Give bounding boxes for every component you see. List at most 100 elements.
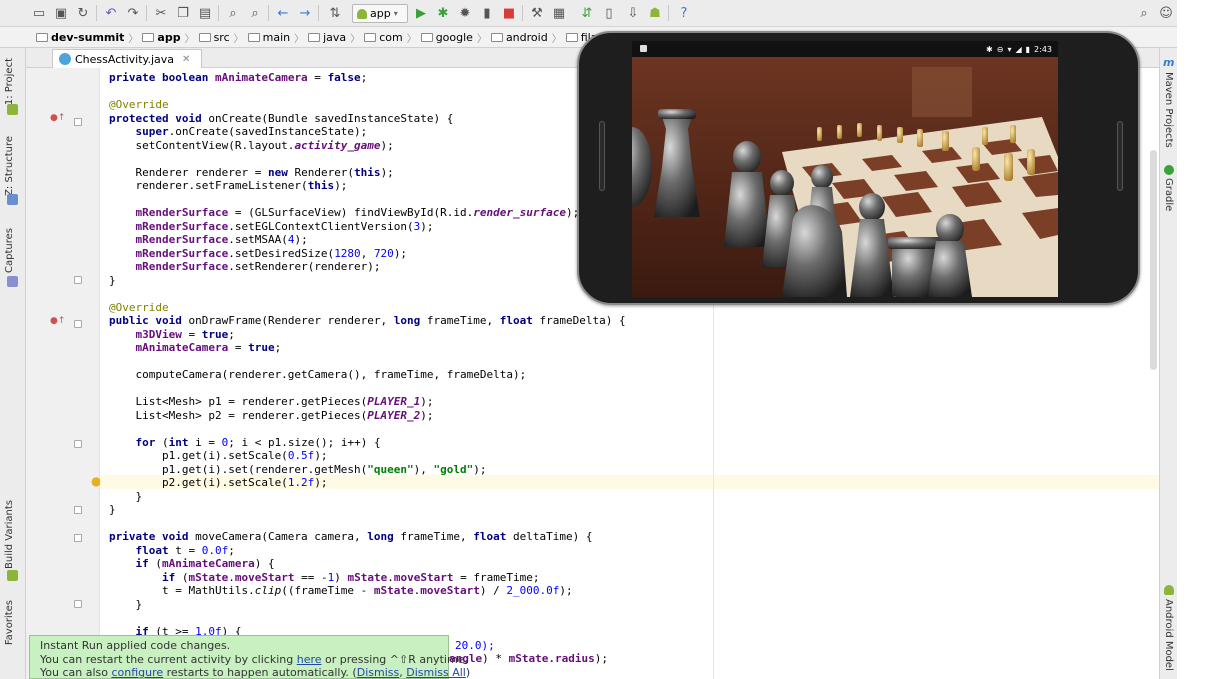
search-icon[interactable]: ⌕	[1135, 4, 1153, 22]
help-icon[interactable]: ?	[675, 4, 693, 22]
breadcrumb-item[interactable]: dev-summit	[32, 31, 128, 44]
gradle-icon	[1164, 165, 1174, 175]
left-tool-window-bar: 1: Project Z: Structure Captures Build V…	[0, 48, 26, 679]
breadcrumb-item[interactable]: main	[244, 31, 294, 44]
dnd-icon: ⊖	[996, 44, 1004, 54]
fold-toggle-icon[interactable]	[74, 506, 82, 514]
redo-icon[interactable]: ↷	[124, 4, 142, 22]
undo-icon[interactable]: ↶	[102, 4, 120, 22]
tool-tab-android-model[interactable]: Android Model	[1163, 599, 1174, 671]
tool-tab-favorites[interactable]: Favorites	[4, 600, 15, 645]
java-class-icon	[59, 53, 71, 65]
attach-debugger-icon[interactable]: ▮	[478, 4, 496, 22]
run-configuration-label: app	[370, 7, 391, 20]
breadcrumb-item[interactable]: java	[304, 31, 350, 44]
breadcrumb-item[interactable]: android	[487, 31, 552, 44]
gradle-sync-icon[interactable]: ⇵	[578, 4, 596, 22]
save-icon[interactable]: ▣	[52, 4, 70, 22]
open-folder-icon[interactable]: ▭	[30, 4, 48, 22]
editor-gutter: ●↑ ●↑ ●	[26, 68, 101, 679]
run-configuration-select[interactable]: app ▾	[352, 4, 408, 23]
android-icon	[357, 8, 367, 19]
code-editor[interactable]: private boolean mAnimateCamera = false; @…	[109, 71, 626, 638]
chess-render-view[interactable]	[632, 57, 1058, 297]
debug-icon[interactable]: ✱	[434, 4, 452, 22]
cut-icon[interactable]: ✂	[152, 4, 170, 22]
breadcrumb-item[interactable]: app	[138, 31, 184, 44]
override-marker-icon[interactable]: ●↑	[50, 316, 65, 326]
fold-toggle-icon[interactable]	[74, 440, 82, 448]
folder-icon	[490, 32, 503, 42]
tools-icon[interactable]: ⚒	[528, 4, 546, 22]
structure-icon	[7, 194, 18, 205]
find-icon[interactable]: ⌕	[224, 4, 242, 22]
breadcrumb-item[interactable]: com	[360, 31, 407, 44]
dismiss-all-link[interactable]: Dismiss All	[406, 666, 466, 679]
notification-title: Instant Run applied code changes.	[40, 639, 231, 652]
instant-run-notification: Instant Run applied code changes. You ca…	[29, 635, 471, 679]
sdk-manager-icon[interactable]: ⇩	[624, 4, 642, 22]
fold-toggle-icon[interactable]	[74, 534, 82, 542]
fold-toggle-icon[interactable]	[74, 320, 82, 328]
notification-line: You can restart the current activity by …	[40, 652, 468, 666]
make-project-icon[interactable]: ⇅	[326, 4, 344, 22]
status-time: 2:43	[1034, 44, 1052, 54]
editor-scrollbar[interactable]	[1150, 150, 1157, 370]
captures-icon	[7, 276, 18, 287]
tool-tab-captures[interactable]: Captures	[4, 228, 15, 273]
tool-tab-project[interactable]: 1: Project	[4, 58, 15, 105]
project-structure-icon[interactable]: ▦	[550, 4, 568, 22]
folder-icon	[565, 32, 578, 42]
battery-icon: ▮	[1025, 44, 1031, 54]
device-side-button[interactable]	[1117, 121, 1123, 191]
android-device-monitor-icon[interactable]: ☗	[646, 4, 664, 22]
run-icon[interactable]: ▶	[412, 4, 430, 22]
folder-icon	[364, 32, 377, 42]
dismiss-link[interactable]: Dismiss	[357, 666, 400, 679]
editor-tab-chess-activity[interactable]: ChessActivity.java ✕	[52, 49, 202, 68]
close-icon[interactable]: ✕	[182, 54, 190, 65]
folder-icon	[142, 32, 155, 42]
replace-icon[interactable]: ⌕	[246, 4, 264, 22]
wifi-icon: ▾	[1007, 44, 1012, 54]
tool-tab-maven-projects[interactable]: Maven Projects	[1163, 72, 1174, 148]
right-tool-window-bar: m Maven Projects Gradle Android Model	[1159, 48, 1177, 679]
breadcrumb-item[interactable]: src	[195, 31, 234, 44]
user-icon[interactable]: ☺	[1157, 4, 1175, 22]
android-icon	[1164, 585, 1174, 595]
device-side-button[interactable]	[599, 121, 605, 191]
fold-toggle-icon[interactable]	[74, 118, 82, 126]
build-variants-icon	[7, 570, 18, 581]
tool-tab-gradle[interactable]: Gradle	[1163, 178, 1174, 211]
editor-tab-label: ChessActivity.java	[75, 52, 174, 66]
fold-toggle-icon[interactable]	[74, 276, 82, 284]
tool-tab-structure[interactable]: Z: Structure	[4, 136, 15, 196]
sync-icon[interactable]: ↻	[74, 4, 92, 22]
override-marker-icon[interactable]: ●↑	[50, 113, 65, 123]
profile-icon[interactable]: ✹	[456, 4, 474, 22]
chess-scene	[632, 57, 1058, 297]
folder-icon	[420, 32, 433, 42]
stop-icon[interactable]: ■	[500, 4, 518, 22]
fold-toggle-icon[interactable]	[74, 600, 82, 608]
window-edge	[1177, 0, 1211, 679]
emulator-device-frame: ✱ ⊖ ▾ ◢ ▮ 2:43	[577, 31, 1140, 305]
copy-icon[interactable]: ❐	[174, 4, 192, 22]
notification-line: You can also configure restarts to happe…	[40, 666, 471, 679]
android-status-bar: ✱ ⊖ ▾ ◢ ▮ 2:43	[632, 41, 1058, 57]
folder-icon	[308, 32, 321, 42]
folder-icon	[198, 32, 211, 42]
tool-tab-build-variants[interactable]: Build Variants	[4, 500, 15, 569]
back-icon[interactable]: ←	[274, 4, 292, 22]
maven-icon: m	[1163, 56, 1175, 69]
project-icon	[7, 104, 18, 115]
forward-icon[interactable]: →	[296, 4, 314, 22]
breadcrumb-item[interactable]: google	[417, 31, 477, 44]
avd-manager-icon[interactable]: ▯	[600, 4, 618, 22]
configure-link[interactable]: configure	[111, 666, 163, 679]
paste-icon[interactable]: ▤	[196, 4, 214, 22]
folder-icon	[36, 32, 48, 42]
restart-here-link[interactable]: here	[297, 653, 322, 666]
chevron-down-icon: ▾	[393, 9, 398, 18]
emulator-screen[interactable]: ✱ ⊖ ▾ ◢ ▮ 2:43	[632, 41, 1058, 297]
